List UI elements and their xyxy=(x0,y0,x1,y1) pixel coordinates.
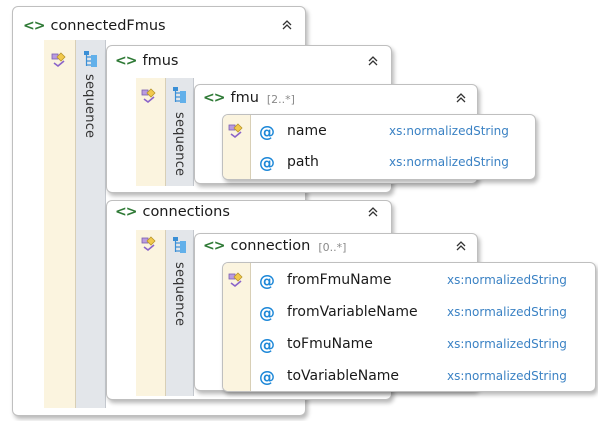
sequence-icon[interactable] xyxy=(172,236,188,254)
attribute-group-strip xyxy=(136,230,166,396)
element-icon: <> xyxy=(115,53,137,69)
attribute-name: path xyxy=(287,154,319,170)
attribute-panel-connection: @ fromFmuName xs:normalizedString @ from… xyxy=(222,262,596,392)
element-header-connection[interactable]: <> connection [0..*] xyxy=(203,235,346,257)
element-icon: <> xyxy=(23,18,45,34)
element-header-fmu[interactable]: <> fmu [2..*] xyxy=(203,87,295,109)
attribute-row[interactable]: @ fromVariableName xyxy=(259,301,418,323)
attribute-icon: @ xyxy=(259,121,275,141)
element-name: fmu xyxy=(230,90,259,106)
attribute-type: xs:normalizedString xyxy=(447,273,567,287)
element-header-connectedFmus[interactable]: <> connectedFmus xyxy=(23,15,166,37)
attribute-name: toFmuName xyxy=(287,336,373,352)
attribute-group-icon[interactable] xyxy=(141,88,159,104)
attribute-icon: @ xyxy=(259,152,275,172)
attribute-group-icon[interactable] xyxy=(228,272,246,288)
attribute-group-icon[interactable] xyxy=(51,52,69,68)
element-name: fmus xyxy=(142,53,179,69)
collapse-icon[interactable] xyxy=(281,19,293,31)
element-name: connectedFmus xyxy=(50,18,166,34)
element-header-connections[interactable]: <> connections xyxy=(115,201,230,223)
attribute-panel-fmu: @ name xs:normalizedString @ path xs:nor… xyxy=(222,114,536,180)
attribute-row[interactable]: @ name xyxy=(259,120,327,142)
element-icon: <> xyxy=(115,204,137,220)
attribute-icon: @ xyxy=(259,302,275,322)
attribute-row[interactable]: @ path xyxy=(259,151,319,173)
collapse-icon[interactable] xyxy=(367,55,379,67)
attribute-group-strip xyxy=(44,40,76,408)
group-label: sequence xyxy=(172,112,187,177)
sequence-icon[interactable] xyxy=(172,86,188,104)
attribute-name: toVariableName xyxy=(287,368,400,384)
group-label: sequence xyxy=(172,262,187,327)
attribute-group-icon[interactable] xyxy=(228,123,246,139)
element-icon: <> xyxy=(203,238,225,254)
attribute-type: xs:normalizedString xyxy=(389,124,509,138)
collapse-icon[interactable] xyxy=(455,92,467,104)
attribute-type: xs:normalizedString xyxy=(389,155,509,169)
attribute-icon: @ xyxy=(259,366,275,386)
attribute-icon: @ xyxy=(259,270,275,290)
element-icon: <> xyxy=(203,90,225,106)
element-name: connections xyxy=(142,204,230,220)
attribute-row[interactable]: @ toFmuName xyxy=(259,333,373,355)
attribute-type: xs:normalizedString xyxy=(447,305,567,319)
attribute-name: name xyxy=(287,123,327,139)
attribute-name: fromVariableName xyxy=(287,304,418,320)
attribute-type: xs:normalizedString xyxy=(447,337,567,351)
attribute-group-icon[interactable] xyxy=(141,236,159,252)
element-header-fmus[interactable]: <> fmus xyxy=(115,50,178,72)
attribute-type: xs:normalizedString xyxy=(447,369,567,383)
attribute-row[interactable]: @ toVariableName xyxy=(259,365,399,387)
cardinality: [2..*] xyxy=(266,92,295,106)
group-label: sequence xyxy=(82,74,97,139)
collapse-icon[interactable] xyxy=(367,206,379,218)
attribute-name: fromFmuName xyxy=(287,272,392,288)
attribute-row[interactable]: @ fromFmuName xyxy=(259,269,391,291)
sequence-icon[interactable] xyxy=(83,50,99,68)
element-name: connection xyxy=(230,238,311,254)
collapse-icon[interactable] xyxy=(455,240,467,252)
cardinality: [0..*] xyxy=(318,240,347,254)
attribute-icon: @ xyxy=(259,334,275,354)
